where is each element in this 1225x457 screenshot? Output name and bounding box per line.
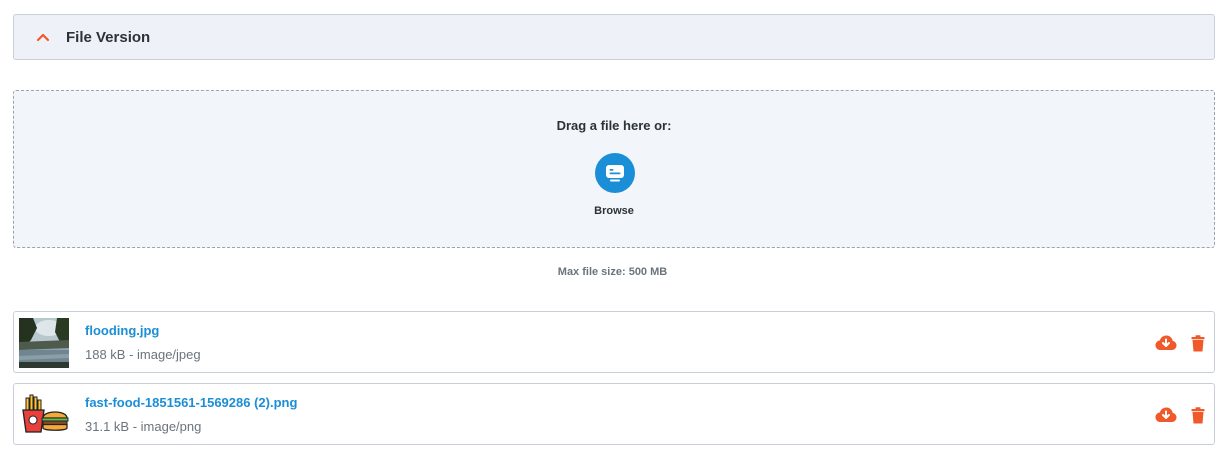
browse-button[interactable] (595, 153, 635, 193)
file-name-link[interactable]: flooding.jpg (85, 323, 159, 338)
trash-icon[interactable] (1187, 404, 1209, 426)
browse-icon (604, 162, 626, 184)
drag-instructions: Drag a file here or: (556, 118, 672, 133)
cloud-download-icon[interactable] (1155, 404, 1177, 426)
fast-food-thumbnail[interactable] (19, 390, 69, 440)
file-meta: 188 kB - image/jpeg (85, 347, 201, 362)
photo-thumbnail[interactable] (19, 318, 69, 368)
cloud-download-icon[interactable] (1155, 332, 1177, 354)
chevron-up-icon (36, 32, 50, 42)
file-name-link[interactable]: fast-food-1851561-1569286 (2).png (85, 395, 297, 410)
trash-icon[interactable] (1187, 332, 1209, 354)
file-item: flooding.jpg 188 kB - image/jpeg (13, 311, 1215, 373)
section-title: File Version (66, 28, 151, 46)
file-meta: 31.1 kB - image/png (85, 419, 202, 434)
file-dropzone[interactable]: Drag a file here or: Browse (13, 90, 1215, 248)
max-file-size-note: Max file size: 500 MB (557, 266, 668, 278)
section-header-file-version[interactable]: File Version (13, 14, 1215, 60)
browse-label[interactable]: Browse (14, 205, 1214, 217)
file-item: fast-food-1851561-1569286 (2).png 31.1 k… (13, 383, 1215, 445)
